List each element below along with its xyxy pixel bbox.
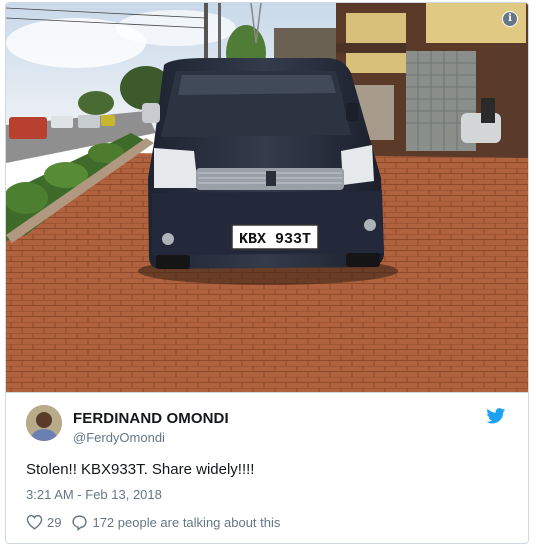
reply-bubble-icon — [72, 514, 88, 531]
conversation-action[interactable]: 172 people are talking about this — [71, 514, 280, 531]
avatar[interactable] — [26, 405, 62, 441]
tweet-card: KBX 933T i FERDINAND OMONDI @FerdyOmondi… — [5, 2, 529, 544]
license-plate: KBX 933T — [239, 231, 311, 248]
divider — [6, 392, 528, 393]
like-action[interactable]: 29 — [26, 514, 61, 530]
user-handle[interactable]: @FerdyOmondi — [73, 430, 165, 445]
stolen-van-photo: KBX 933T — [6, 3, 528, 392]
heart-icon — [26, 514, 43, 530]
display-name[interactable]: FERDINAND OMONDI — [73, 410, 229, 427]
tweet-photo[interactable]: KBX 933T i — [6, 3, 528, 392]
twitter-bird-icon[interactable] — [486, 408, 506, 424]
info-icon[interactable]: i — [502, 11, 518, 27]
tweet-text: Stolen!! KBX933T. Share widely!!!! — [26, 461, 255, 478]
tweet-timestamp[interactable]: 3:21 AM - Feb 13, 2018 — [26, 487, 162, 502]
like-count: 29 — [47, 514, 62, 530]
tweet-actions: 29 172 people are talking about this — [26, 513, 280, 531]
conversation-text: 172 people are talking about this — [92, 514, 281, 530]
avatar-image — [26, 405, 62, 441]
